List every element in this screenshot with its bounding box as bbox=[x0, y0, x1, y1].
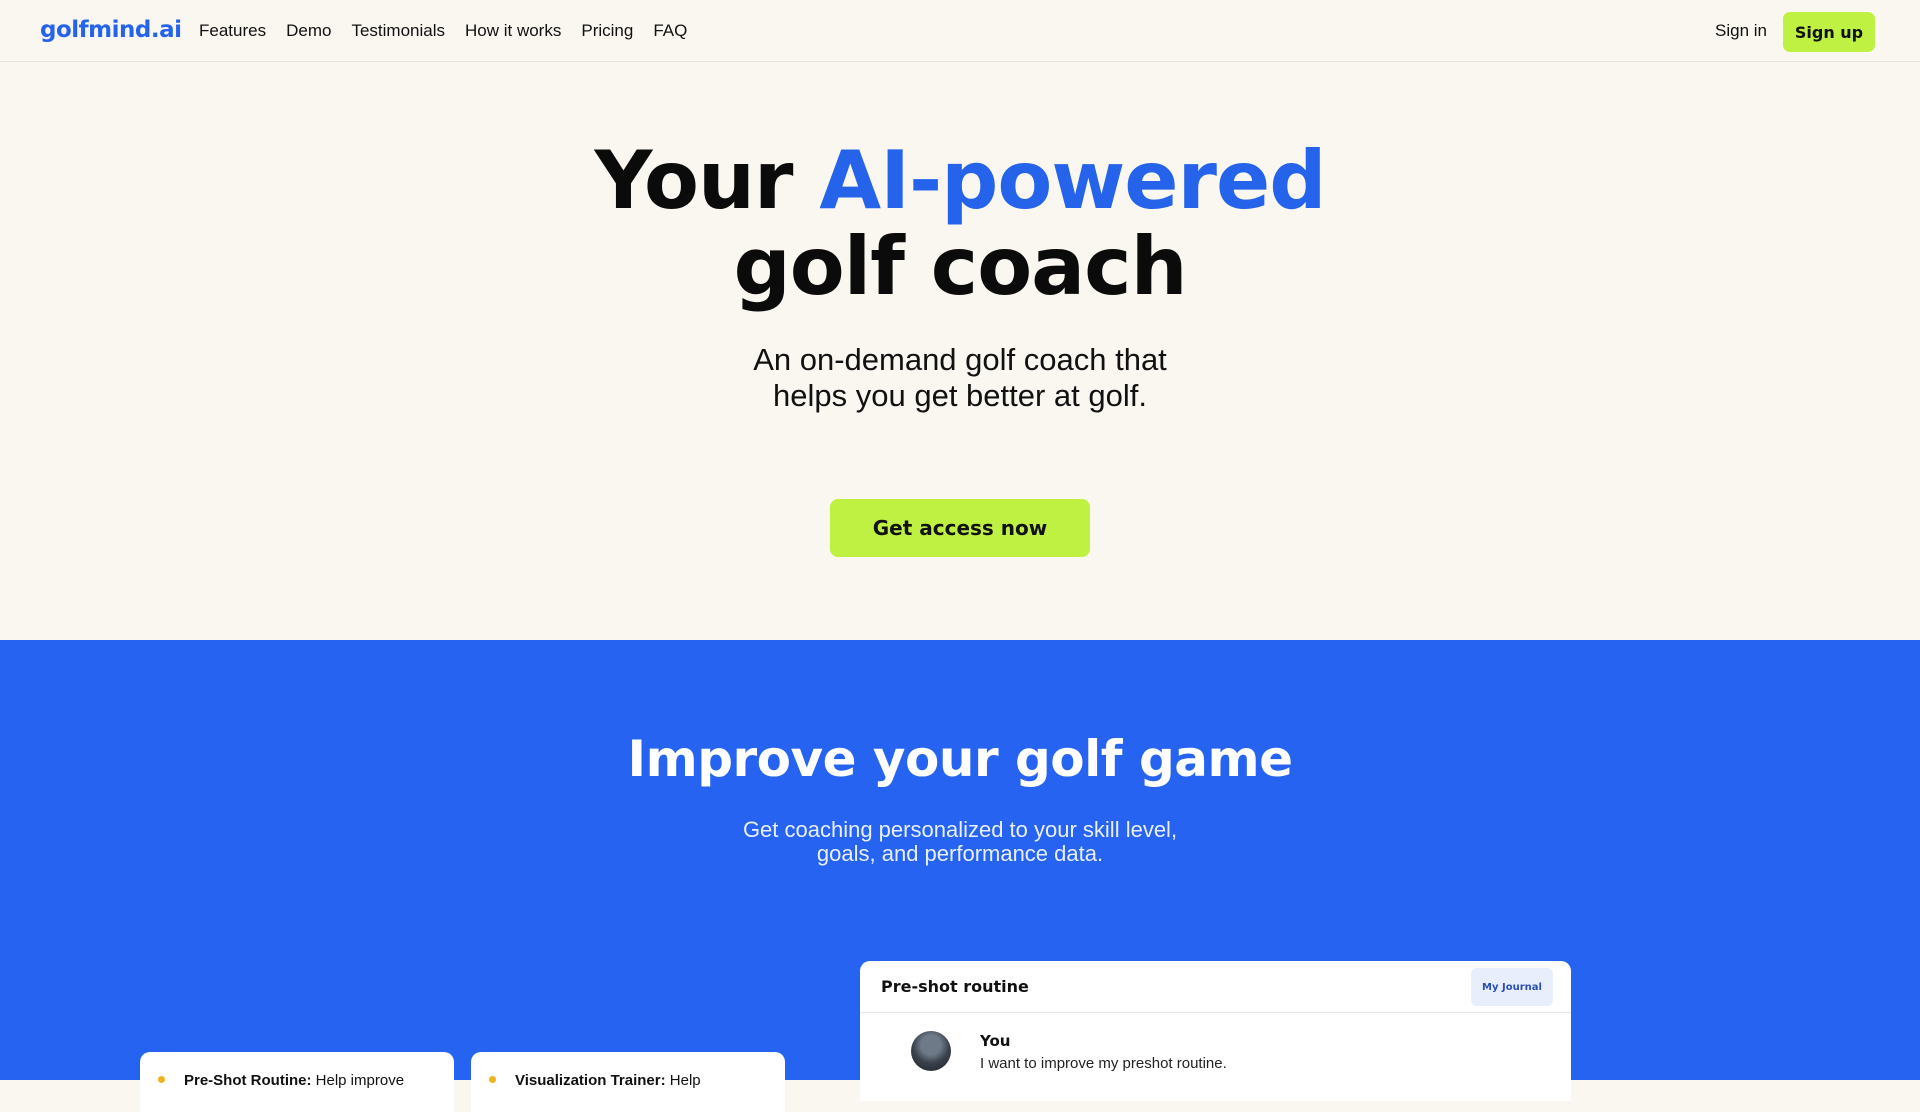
improve-subtitle-line2: goals, and performance data. bbox=[816, 841, 1104, 866]
user-avatar bbox=[911, 1031, 951, 1071]
chat-demo-window: Pre-shot routine My Journal You I want t… bbox=[860, 961, 1571, 1101]
nav-link-pricing[interactable]: Pricing bbox=[581, 21, 633, 41]
golfmind-logo[interactable]: golfmind.ai bbox=[40, 17, 182, 43]
logo-text: golfmind.ai bbox=[40, 17, 182, 43]
nav-links: Features Demo Testimonials How it works … bbox=[199, 21, 707, 41]
feature-card-desc: Help improve bbox=[311, 1072, 405, 1089]
feature-card-desc: Help bbox=[665, 1072, 701, 1089]
improve-subtitle: Get coaching personalized to your skill … bbox=[0, 818, 1920, 866]
chat-title: Pre-shot routine bbox=[881, 977, 1029, 996]
improve-title: Improve your golf game bbox=[627, 730, 1293, 788]
feature-card-text: Visualization Trainer: Help bbox=[515, 1072, 701, 1089]
message-author: You bbox=[980, 1032, 1011, 1050]
hero-title-part1: Your bbox=[594, 134, 820, 227]
feature-card-pre-shot[interactable]: Pre-Shot Routine: Help improve bbox=[140, 1052, 454, 1112]
feature-card-title: Pre-Shot Routine: bbox=[184, 1072, 312, 1089]
hero-subtitle-line1: An on-demand golf coach that bbox=[753, 342, 1167, 377]
improve-section: Improve your golf game Get coaching pers… bbox=[0, 640, 1920, 1112]
hero-subtitle-line2: helps you get better at golf. bbox=[773, 378, 1147, 413]
nav-link-features[interactable]: Features bbox=[199, 21, 266, 41]
hero-title-accent: AI-powered bbox=[819, 134, 1326, 227]
message-text: I want to improve my preshot routine. bbox=[980, 1055, 1227, 1072]
improve-subtitle-line1: Get coaching personalized to your skill … bbox=[742, 817, 1178, 842]
hero-title-part2: golf coach bbox=[733, 220, 1187, 313]
chat-header: Pre-shot routine My Journal bbox=[860, 961, 1571, 1013]
get-access-button[interactable]: Get access now bbox=[830, 499, 1090, 557]
nav-link-how-it-works[interactable]: How it works bbox=[465, 21, 561, 41]
hero-title: Your AI-powered golf coach bbox=[0, 138, 1920, 310]
feature-card-visualization[interactable]: Visualization Trainer: Help bbox=[471, 1052, 785, 1112]
sign-up-button[interactable]: Sign up bbox=[1783, 12, 1875, 52]
nav-link-demo[interactable]: Demo bbox=[286, 21, 331, 41]
sign-in-link[interactable]: Sign in bbox=[1715, 21, 1767, 41]
my-journal-button[interactable]: My Journal bbox=[1471, 968, 1553, 1006]
nav-link-testimonials[interactable]: Testimonials bbox=[351, 21, 445, 41]
feature-card-text: Pre-Shot Routine: Help improve bbox=[184, 1072, 404, 1089]
feature-card-title: Visualization Trainer: bbox=[515, 1072, 666, 1089]
top-navbar: golfmind.ai Features Demo Testimonials H… bbox=[0, 0, 1920, 62]
nav-link-faq[interactable]: FAQ bbox=[653, 21, 687, 41]
hero-subtitle: An on-demand golf coach that helps you g… bbox=[0, 342, 1920, 414]
